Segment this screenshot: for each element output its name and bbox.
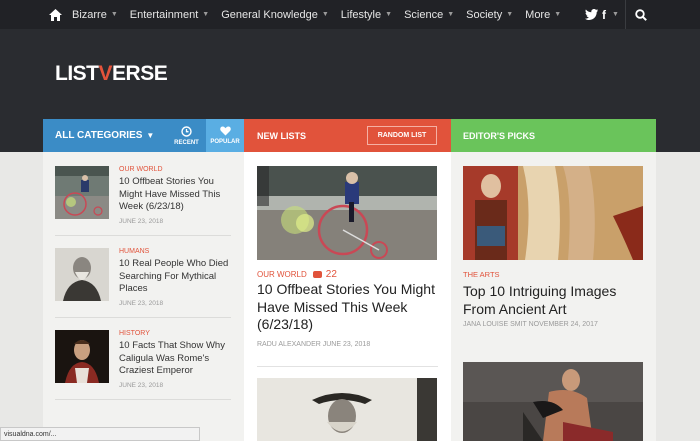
divider (257, 366, 438, 367)
category-label[interactable]: THE ARTS (463, 270, 500, 279)
chevron-down-icon: ▼ (202, 11, 210, 18)
clock-icon (181, 125, 192, 137)
facebook-icon[interactable]: f (602, 8, 606, 22)
chevron-down-icon: ▼ (321, 11, 329, 18)
second-editors-pick-image[interactable] (463, 362, 643, 441)
chevron-down-icon: ▼ (110, 11, 118, 18)
recent-tab[interactable]: RECENT (168, 119, 205, 152)
middle-meta: OUR WORLD 22 (257, 269, 337, 280)
divider (55, 235, 231, 236)
category-label[interactable]: OUR WORLD (119, 166, 235, 173)
nav-item-general-knowledge[interactable]: General Knowledge ▼ (217, 9, 333, 21)
chevron-down-icon: ▼ (612, 11, 619, 18)
article-byline: JANA LOUISE SMIT NOVEMBER 24, 2017 (463, 321, 598, 328)
second-article-image[interactable] (257, 378, 437, 441)
twitter-icon[interactable] (585, 9, 598, 20)
featured-title[interactable]: 10 Offbeat Stories You Might Have Missed… (257, 281, 437, 334)
chevron-down-icon: ▼ (554, 11, 562, 18)
article-thumbnail[interactable] (55, 248, 109, 301)
popular-tab[interactable]: POPULAR (206, 119, 244, 152)
divider (55, 317, 231, 318)
nav-item-science[interactable]: Science ▼ (400, 9, 458, 21)
editors-pick-title[interactable]: Top 10 Intriguing Images From Ancient Ar… (463, 283, 643, 318)
nav-item-more[interactable]: More ▼ (521, 9, 565, 21)
article-date: JUNE 23, 2018 (119, 217, 164, 225)
article-byline: RADU ALEXANDER JUNE 23, 2018 (257, 341, 371, 348)
social-links: f ▼ (585, 0, 619, 29)
search-button[interactable] (625, 0, 655, 29)
list-item-text: OUR WORLD 10 Offbeat Stories You Might H… (119, 166, 235, 225)
search-icon (634, 8, 647, 21)
nav-item-bizarre[interactable]: Bizarre ▼ (68, 9, 122, 21)
article-date: JUNE 23, 2018 (119, 381, 164, 389)
category-label[interactable]: OUR WORLD (257, 270, 307, 279)
article-title[interactable]: 10 Offbeat Stories You Might Have Missed… (119, 176, 235, 214)
nav-item-entertainment[interactable]: Entertainment ▼ (126, 9, 213, 21)
featured-image[interactable] (257, 166, 437, 260)
chevron-down-icon: ▼ (506, 11, 514, 18)
editors-picks-header: EDITOR'S PICKS (451, 119, 656, 152)
chevron-down-icon: ▼ (385, 11, 393, 18)
category-label[interactable]: HISTORY (119, 330, 235, 337)
article-thumbnail[interactable] (55, 330, 109, 383)
category-label[interactable]: HUMANS (119, 248, 235, 255)
comment-icon (312, 271, 322, 278)
site-logo[interactable]: LISTVERSE (55, 62, 168, 86)
comment-count[interactable]: 22 (312, 269, 337, 280)
random-list-button[interactable]: RANDOM LIST (367, 126, 437, 145)
article-title[interactable]: 10 Facts That Show Why Caligula Was Rome… (119, 340, 235, 378)
nav-item-lifestyle[interactable]: Lifestyle ▼ (337, 9, 396, 21)
article-thumbnail[interactable] (55, 166, 109, 219)
caret-down-icon: ▼ (146, 131, 155, 140)
article-date: JUNE 23, 2018 (119, 299, 164, 307)
site-header: LISTVERSE (0, 29, 700, 119)
chevron-down-icon: ▼ (447, 11, 455, 18)
list-item-text: HUMANS 10 Real People Who Died Searching… (119, 248, 235, 307)
heart-icon (219, 126, 231, 136)
nav-item-society[interactable]: Society ▼ (462, 9, 517, 21)
home-icon[interactable] (42, 0, 68, 29)
article-title[interactable]: 10 Real People Who Died Searching For My… (119, 258, 235, 296)
browser-status-bar: visualdna.com/... (0, 427, 200, 441)
divider (55, 399, 231, 400)
list-item-text: HISTORY 10 Facts That Show Why Caligula … (119, 330, 235, 389)
editors-pick-image[interactable] (463, 166, 643, 260)
